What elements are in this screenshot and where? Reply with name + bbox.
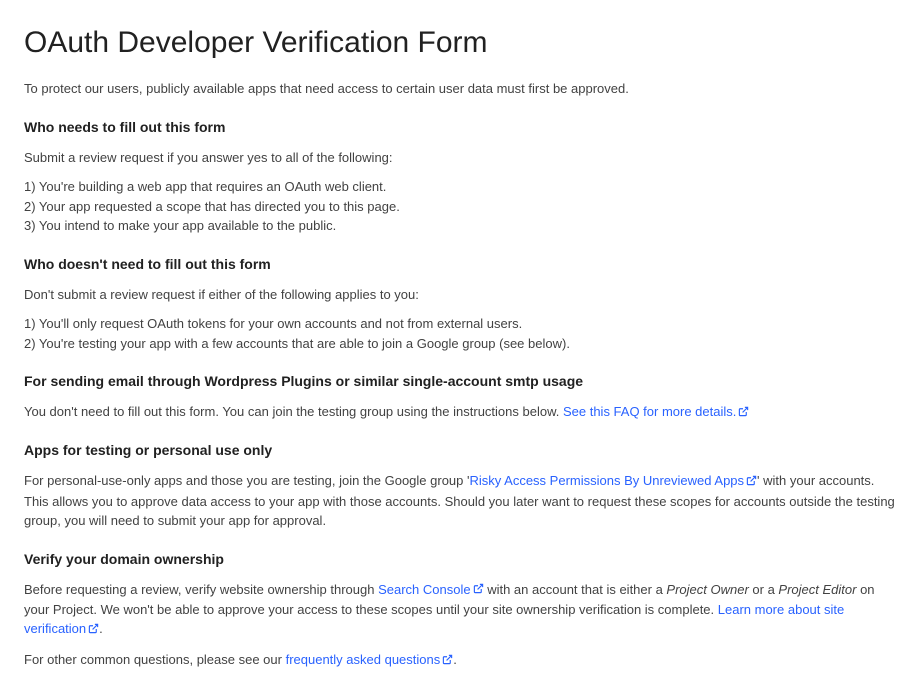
paragraph-testing: For personal-use-only apps and those you… — [24, 471, 896, 530]
section-heading-who-needs: Who needs to fill out this form — [24, 117, 896, 138]
text: For personal-use-only apps and those you… — [24, 473, 469, 488]
text: Before requesting a review, verify websi… — [24, 582, 378, 597]
search-console-link[interactable]: Search Console — [378, 582, 484, 597]
faq-link[interactable]: frequently asked questions — [286, 652, 454, 667]
faq-link[interactable]: See this FAQ for more details. — [563, 404, 749, 419]
section-lead: Submit a review request if you answer ye… — [24, 148, 896, 168]
section-heading-testing: Apps for testing or personal use only — [24, 440, 896, 461]
emphasis-owner: Project Owner — [666, 582, 748, 597]
section-heading-verify: Verify your domain ownership — [24, 549, 896, 570]
text: You don't need to fill out this form. Yo… — [24, 404, 563, 419]
page-title: OAuth Developer Verification Form — [24, 20, 896, 65]
paragraph-faq: For other common questions, please see o… — [24, 650, 896, 670]
external-link-icon — [88, 620, 99, 640]
section-heading-smtp: For sending email through Wordpress Plug… — [24, 371, 896, 392]
text: . — [453, 652, 457, 667]
text: For other common questions, please see o… — [24, 652, 286, 667]
text: or a — [749, 582, 779, 597]
list-item: 1) You're building a web app that requir… — [24, 177, 896, 197]
risky-permissions-link[interactable]: Risky Access Permissions By Unreviewed A… — [469, 473, 757, 488]
paragraph-smtp: You don't need to fill out this form. Yo… — [24, 402, 896, 422]
intro-text: To protect our users, publicly available… — [24, 79, 896, 99]
list-item: 2) Your app requested a scope that has d… — [24, 197, 896, 217]
external-link-icon — [473, 580, 484, 600]
external-link-icon — [738, 403, 749, 423]
list-who-needs: 1) You're building a web app that requir… — [24, 177, 896, 236]
external-link-icon — [746, 472, 757, 492]
list-who-doesnt: 1) You'll only request OAuth tokens for … — [24, 314, 896, 353]
list-item: 2) You're testing your app with a few ac… — [24, 334, 896, 354]
list-item: 3) You intend to make your app available… — [24, 216, 896, 236]
paragraph-verify: Before requesting a review, verify websi… — [24, 580, 896, 640]
text: with an account that is either a — [484, 582, 667, 597]
emphasis-editor: Project Editor — [778, 582, 856, 597]
external-link-icon — [442, 651, 453, 671]
section-lead: Don't submit a review request if either … — [24, 285, 896, 305]
text: . — [99, 621, 103, 636]
list-item: 1) You'll only request OAuth tokens for … — [24, 314, 896, 334]
section-heading-who-doesnt: Who doesn't need to fill out this form — [24, 254, 896, 275]
